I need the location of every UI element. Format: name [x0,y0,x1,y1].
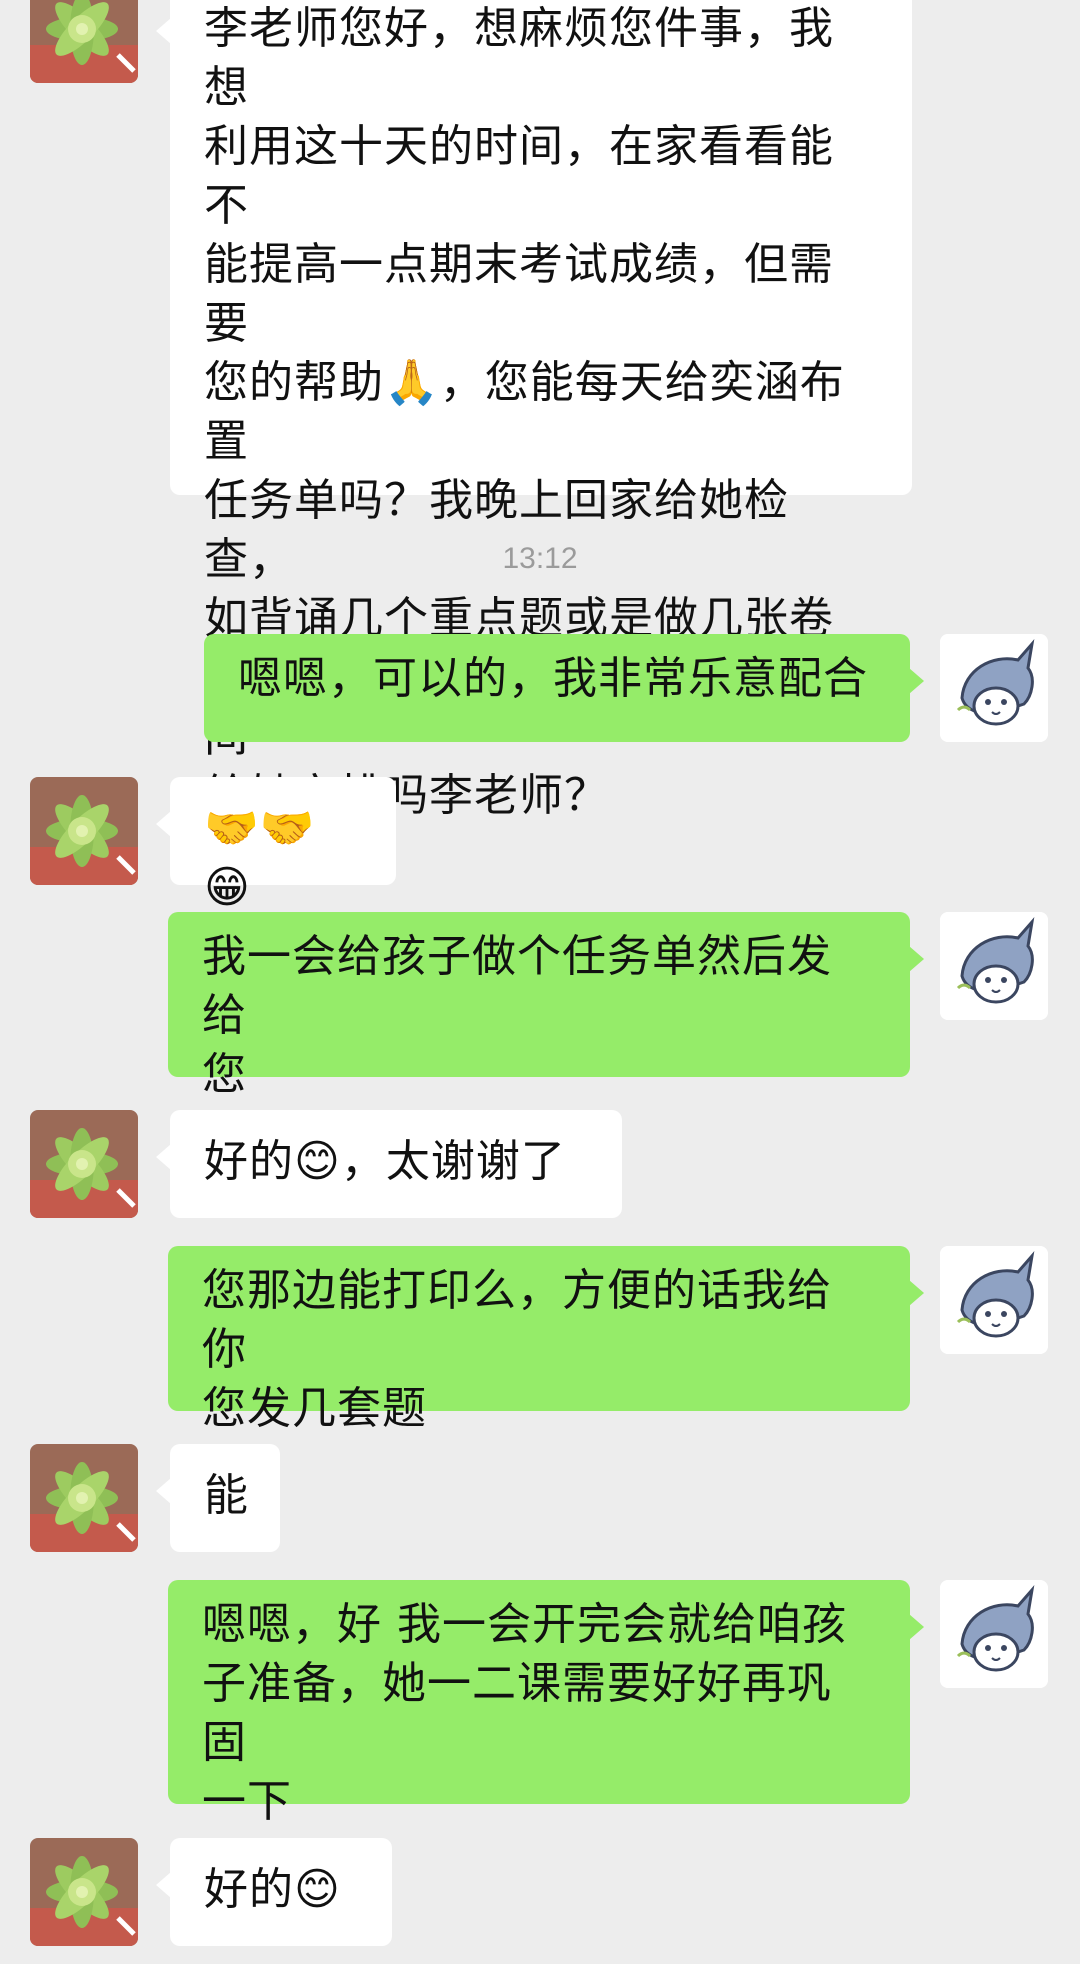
received-message[interactable]: 好的😊 [156,1838,392,1946]
received-message[interactable]: 🤝🤝😁 [156,777,396,913]
contact-avatar[interactable] [30,0,138,83]
chat-window: 李老师您好，想麻烦您件事，我想 利用这十天的时间，在家看看能不 能提高一点期末考… [0,0,1080,1964]
sent-message[interactable]: 您那边能打印么，方便的话我给你 您发几套题 [168,1246,924,1434]
received-message[interactable]: 好的😊，太谢谢了 [156,1110,622,1218]
my-avatar[interactable] [940,1580,1048,1688]
contact-avatar[interactable] [30,1110,138,1218]
my-avatar[interactable] [940,912,1048,1020]
received-message[interactable]: 李老师您好，想麻烦您件事，我想 利用这十天的时间，在家看看能不 能提高一点期末考… [156,0,912,821]
contact-avatar[interactable] [30,777,138,885]
sent-message[interactable]: 嗯嗯，好 我一会开完会就给咱孩 子准备，她一二课需要好好再巩固 一下 [168,1580,924,1827]
contact-avatar[interactable] [30,1838,138,1946]
my-avatar[interactable] [940,634,1048,742]
my-avatar[interactable] [940,1246,1048,1354]
sent-message[interactable]: 嗯嗯，可以的，我非常乐意配合 [204,634,924,742]
sent-message[interactable]: 我一会给孩子做个任务单然后发给 您 [168,912,924,1100]
contact-avatar[interactable] [30,1444,138,1552]
message-timestamp: 13:12 [502,542,578,575]
received-message[interactable]: 能 [156,1444,280,1552]
